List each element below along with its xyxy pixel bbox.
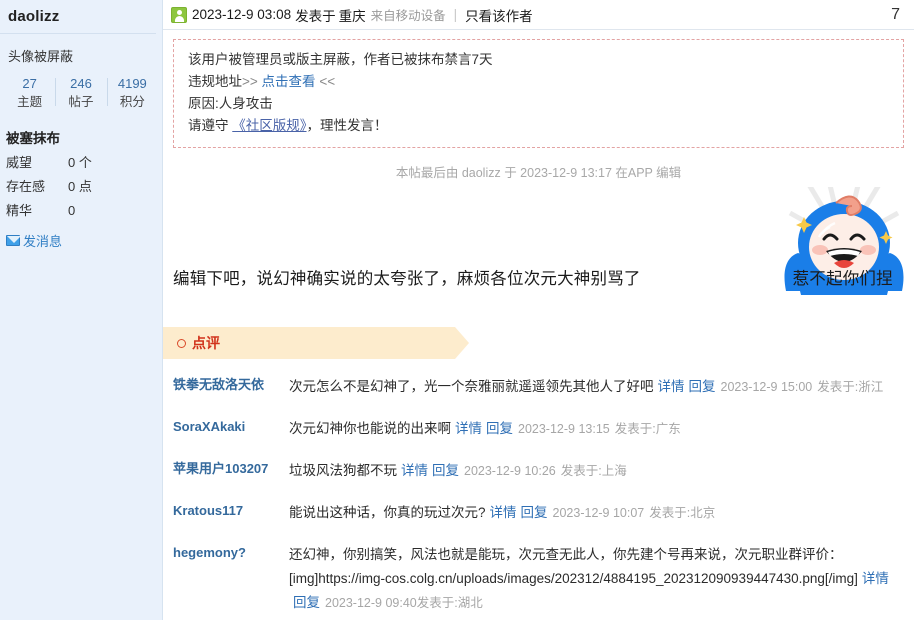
comment-text: 次元幻神你也能说的出来啊 [289, 421, 451, 436]
comment-text: 还幻神，你别搞笑，风法也就是能玩，次元查无此人，你先建个号再来说，次元职业群评价… [289, 547, 858, 586]
stat-posts[interactable]: 246 帖子 [55, 75, 106, 111]
list-item: SoraXAkaki 次元幻神你也能说的出来啊 详情 回复 2023-12-9 13:… [171, 417, 914, 441]
list-item: hegemony? 还幻神，你别搞笑，风法也就是能玩，次元查无此人，你先建个号再… [171, 543, 914, 615]
detail-link[interactable]: 详情 [862, 571, 889, 586]
warning-line-3: 原因:人身攻击 [188, 96, 273, 111]
post-floor-number: 7 [891, 5, 900, 23]
presence-value: 0 点 [68, 179, 92, 194]
author-username[interactable]: daolizz [0, 0, 162, 33]
comment-time: 2023-12-9 10:07 [552, 506, 645, 520]
last-edited-note: 本帖最后由 daolizz 于 2023-12-9 13:17 在APP 编辑 [395, 166, 682, 180]
comment-author[interactable]: Kratous117 [171, 501, 289, 521]
comment-text: 能说出这种话，你真的玩过次元? [289, 505, 486, 520]
send-message-button[interactable]: 发消息 [0, 223, 162, 250]
detail-link[interactable]: 详情 [658, 379, 685, 394]
reply-link[interactable]: 回复 [521, 505, 548, 520]
stat-points[interactable]: 4199 积分 [106, 75, 158, 111]
violation-address-label: 违规地址 [188, 74, 242, 89]
comment-text: 次元怎么不是幻神了，光一个奈雅丽就遥遥领先其他人了好吧 [289, 379, 654, 394]
only-author-button[interactable]: 只看该作者 [465, 5, 533, 25]
avatar-blocked-note: 头像被屏蔽 [8, 49, 74, 64]
list-item: 苹果用户103207 垃圾风法狗都不玩 详情 回复 2023-12-9 10:26 发表… [171, 459, 914, 483]
detail-link[interactable]: 详情 [401, 463, 428, 478]
moderation-warning-box: 该用户被管理员或版主屏蔽，作者已被抹布禁言7天 违规地址>> 点击查看 << 原… [173, 39, 904, 148]
digest-label: 精华 [6, 203, 33, 218]
stat-threads-label: 主题 [17, 95, 43, 109]
arrows-right: << [319, 74, 336, 89]
post-date: 2023-12-9 03:08 [192, 7, 292, 22]
circle-icon [177, 338, 186, 348]
comment-time: 2023-12-9 15:00 [720, 380, 813, 394]
comment-location: 发表于:湖北 [416, 596, 483, 610]
prestige-value: 0 个 [68, 155, 92, 170]
post-content: 编辑下吧，说幻神确实说的太夸张了，麻烦各位次元大神别骂了 惹不起你们捏 [163, 187, 914, 315]
please-follow-label: 请遵守 [188, 118, 229, 133]
comment-time: 2023-12-9 10:26 [464, 464, 556, 478]
rational-speech-label: ，理性发言！ [306, 118, 388, 133]
comment-body: 还幻神，你别搞笑，风法也就是能玩，次元查无此人，你先建个号再来说，次元职业群评价… [289, 543, 893, 615]
list-item: 铁拳无敌洛天依 次元怎么不是幻神了，光一个奈雅丽就遥遥领先其他人了好吧 详情 回复 2… [171, 375, 914, 399]
reply-link[interactable]: 回复 [689, 379, 716, 394]
post-device: 来自移动设备 [370, 9, 446, 23]
comment-time: 2023-12-9 09:40 [325, 596, 417, 610]
comment-location: 发表于:上海 [560, 464, 627, 478]
header-separator: | [453, 7, 458, 22]
sidebar-row-digest: 精华 0 [0, 199, 162, 223]
post-header: 2023-12-9 03:08 发表于 重庆 来自移动设备 | 只看该作者 7 [163, 0, 914, 30]
user-avatar-icon [171, 6, 187, 23]
comment-location: 发表于:北京 [649, 506, 716, 520]
post-location: 重庆 [338, 8, 366, 24]
detail-link[interactable]: 详情 [490, 505, 517, 520]
warning-line-1: 该用户被管理员或版主屏蔽，作者已被抹布禁言7天 [188, 52, 493, 67]
comment-body: 次元怎么不是幻神了，光一个奈雅丽就遥遥领先其他人了好吧 详情 回复 2023-12-9… [289, 375, 883, 399]
click-to-view-link[interactable]: 点击查看 [262, 74, 316, 89]
send-message-label: 发消息 [23, 234, 63, 249]
sidebar-row-presence: 存在感 0 点 [0, 175, 162, 199]
stat-threads[interactable]: 27 主题 [4, 75, 55, 111]
post-text-before: 编辑下吧，说幻神确实说的太夸张了，麻烦各位次元大神别骂了 [173, 270, 641, 288]
warning-line-2: 违规地址>> 点击查看 << [188, 71, 889, 93]
community-rules-link[interactable]: 《社区版规》 [232, 118, 306, 133]
reply-link[interactable]: 回复 [432, 463, 459, 478]
arrows-left: >> [242, 74, 258, 89]
digest-value: 0 [68, 203, 76, 218]
comment-author[interactable]: SoraXAkaki [171, 417, 289, 437]
comments-banner-label: 点评 [192, 335, 220, 351]
stat-points-label: 积分 [119, 95, 145, 109]
author-group-title: 被塞抹布 [6, 131, 60, 146]
comment-author[interactable]: 铁拳无敌洛天依 [171, 375, 289, 395]
post-text-line: 编辑下吧，说幻神确实说的太夸张了，麻烦各位次元大神别骂了 惹不起你们捏 [173, 265, 893, 289]
comment-time: 2023-12-9 13:15 [518, 422, 610, 436]
comments-list: 铁拳无敌洛天依 次元怎么不是幻神了，光一个奈雅丽就遥遥领先其他人了好吧 详情 回复 2… [163, 375, 914, 615]
post-text-after: 惹不起你们捏 [792, 270, 893, 288]
envelope-icon [6, 235, 21, 246]
stat-points-value: 4199 [117, 76, 147, 91]
stat-posts-label: 帖子 [68, 95, 94, 109]
stat-threads-value: 27 [22, 76, 37, 91]
comment-author[interactable]: 苹果用户103207 [171, 459, 289, 479]
post-publish-word: 发表于 [295, 8, 336, 24]
comment-location: 发表于:广东 [614, 422, 681, 436]
stat-posts-value: 246 [70, 76, 92, 91]
comment-body: 垃圾风法狗都不玩 详情 回复 2023-12-9 10:26 发表于:上海 [289, 459, 627, 483]
author-stats: 27 主题 246 帖子 4199 积分 [0, 75, 162, 115]
presence-label: 存在感 [6, 179, 46, 194]
comment-body: 能说出这种话，你真的玩过次元? 详情 回复 2023-12-9 10:07 发表于:北京 [289, 501, 715, 525]
reply-link[interactable]: 回复 [293, 595, 320, 610]
prestige-label: 威望 [6, 155, 33, 170]
sidebar-row-prestige: 威望 0 个 [0, 151, 162, 175]
detail-link[interactable]: 详情 [455, 421, 482, 436]
author-sidebar: daolizz 头像被屏蔽 27 主题 246 帖子 4199 积分 被塞抹布 … [0, 0, 163, 620]
comment-text: 垃圾风法狗都不玩 [289, 463, 397, 478]
forum-post-page: daolizz 头像被屏蔽 27 主题 246 帖子 4199 积分 被塞抹布 … [0, 0, 914, 620]
comment-location: 发表于:浙江 [817, 380, 884, 394]
warning-line-4: 请遵守 《社区版规》，理性发言！ [188, 115, 889, 137]
comments-banner: 点评 [163, 327, 483, 359]
reply-link[interactable]: 回复 [486, 421, 513, 436]
comment-body: 次元幻神你也能说的出来啊 详情 回复 2023-12-9 13:15 发表于:广东 [289, 417, 681, 441]
list-item: Kratous117 能说出这种话，你真的玩过次元? 详情 回复 2023-12-9 … [171, 501, 914, 525]
comment-author[interactable]: hegemony? [171, 543, 289, 563]
post-main-column: 2023-12-9 03:08 发表于 重庆 来自移动设备 | 只看该作者 7 … [163, 0, 914, 620]
